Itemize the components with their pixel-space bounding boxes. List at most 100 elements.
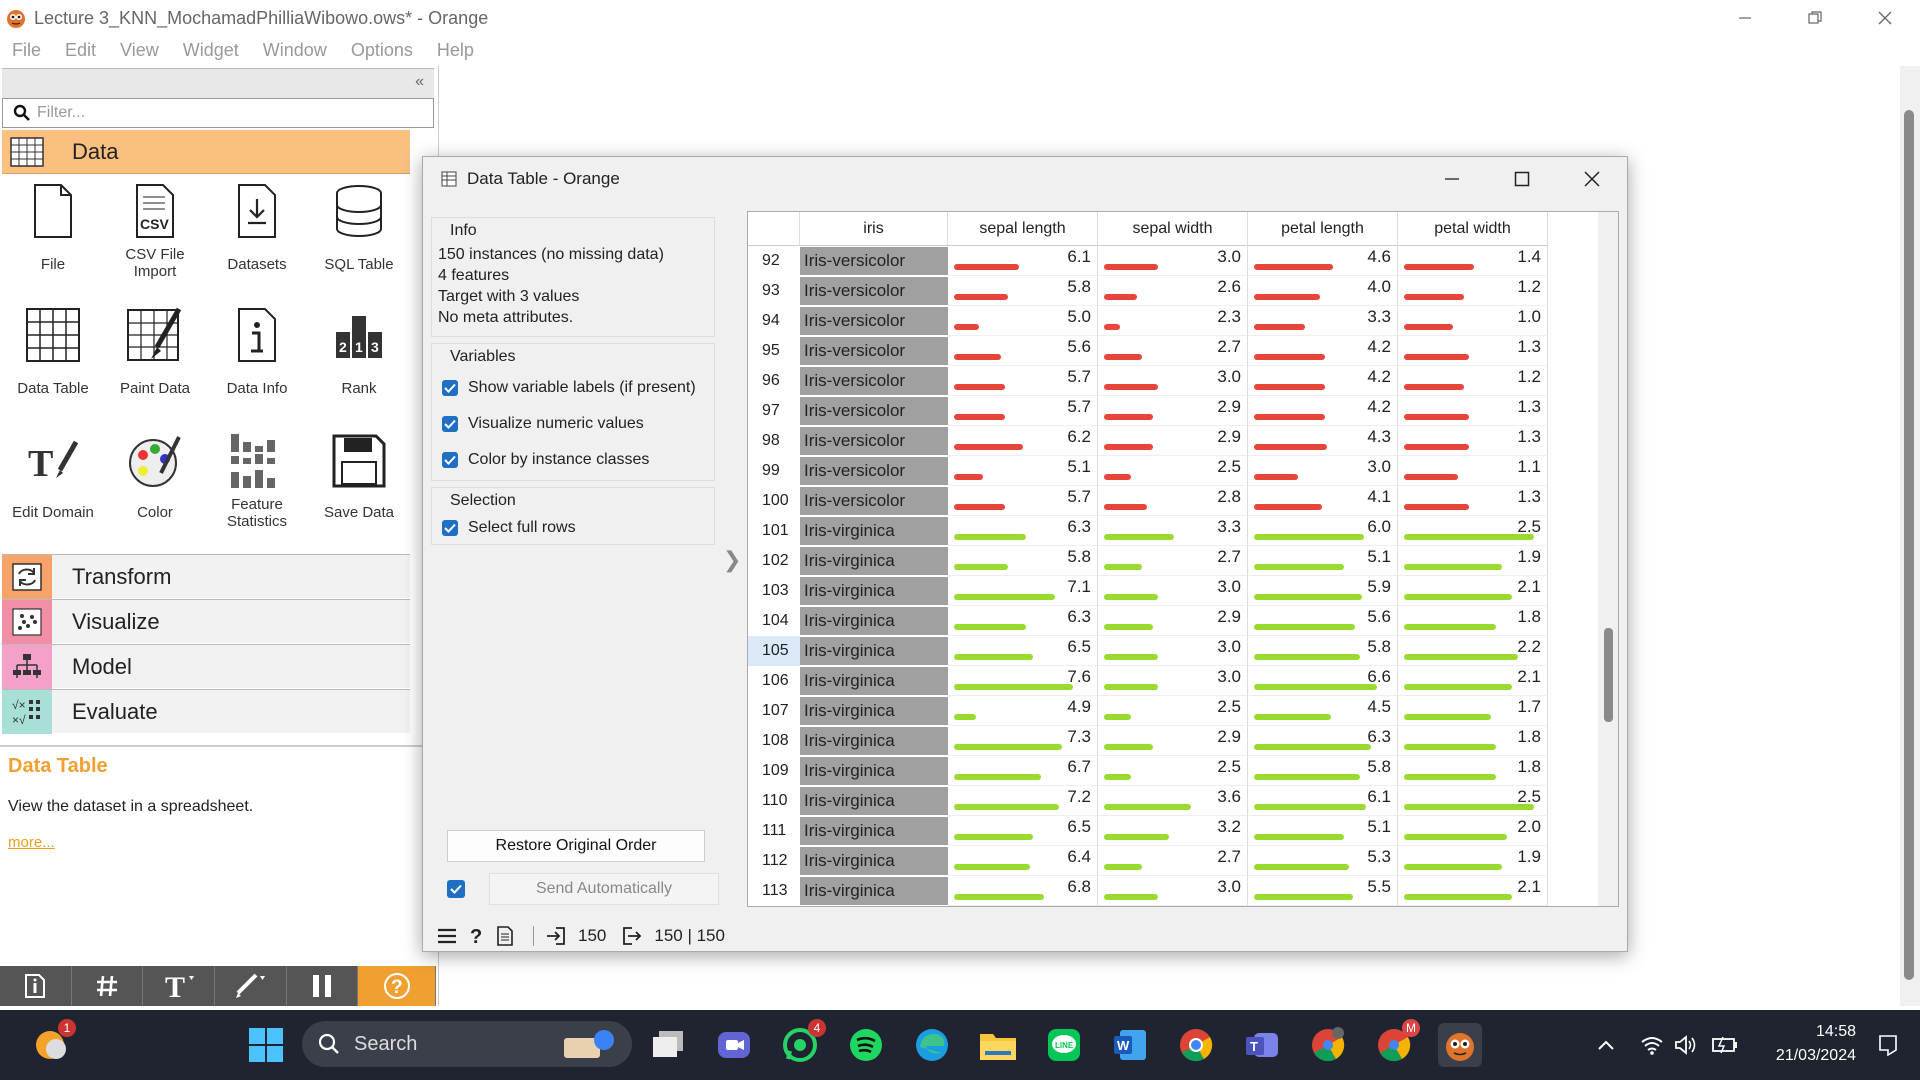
data-table-grid[interactable]: iris sepal length sepal width petal length p… (747, 211, 1619, 907)
value-cell[interactable]: 3.0 (1098, 636, 1248, 666)
class-cell[interactable]: Iris-versicolor (800, 427, 948, 455)
menu-options[interactable]: Options (339, 36, 425, 66)
class-cell[interactable]: Iris-virginica (800, 517, 948, 545)
table-scroll-thumb[interactable] (1604, 628, 1613, 722)
value-cell[interactable]: 2.1 (1398, 666, 1548, 696)
value-cell[interactable]: 1.8 (1398, 726, 1548, 756)
row-header[interactable]: 113 (748, 876, 800, 906)
taskbar-search[interactable]: Search (302, 1021, 632, 1067)
notification-icon[interactable] (1866, 1023, 1910, 1067)
row-header[interactable]: 107 (748, 696, 800, 726)
column-header[interactable]: sepal length (948, 212, 1098, 246)
category-model[interactable]: Model (2, 644, 410, 689)
value-cell[interactable]: 2.1 (1398, 576, 1548, 606)
class-cell[interactable]: Iris-virginica (800, 547, 948, 575)
word-icon[interactable]: W (1108, 1023, 1152, 1067)
row-header[interactable]: 105 (748, 636, 800, 666)
row-header[interactable]: 97 (748, 396, 800, 426)
value-cell[interactable]: 3.0 (1098, 576, 1248, 606)
value-cell[interactable]: 1.4 (1398, 246, 1548, 276)
value-cell[interactable]: 6.3 (948, 516, 1098, 546)
restore-original-order-button[interactable]: Restore Original Order (447, 830, 705, 862)
widget-file[interactable]: File (2, 176, 104, 273)
value-cell[interactable]: 5.9 (1248, 576, 1398, 606)
table-corner-header[interactable] (748, 212, 800, 246)
value-cell[interactable]: 6.7 (948, 756, 1098, 786)
row-header[interactable]: 110 (748, 786, 800, 816)
value-cell[interactable]: 2.7 (1098, 546, 1248, 576)
value-cell[interactable]: 3.3 (1248, 306, 1398, 336)
value-cell[interactable]: 2.9 (1098, 606, 1248, 636)
edge-icon[interactable] (910, 1023, 954, 1067)
row-header[interactable]: 109 (748, 756, 800, 786)
close-button[interactable] (1850, 0, 1920, 36)
category-evaluate[interactable]: √× ×√ Evaluate (2, 689, 410, 734)
value-cell[interactable]: 1.7 (1398, 696, 1548, 726)
tray-chevron-up-icon[interactable] (1584, 1023, 1628, 1067)
value-cell[interactable]: 1.2 (1398, 366, 1548, 396)
value-cell[interactable]: 1.0 (1398, 306, 1548, 336)
value-cell[interactable]: 2.0 (1398, 816, 1548, 846)
value-cell[interactable]: 6.5 (948, 636, 1098, 666)
row-header[interactable]: 100 (748, 486, 800, 516)
value-cell[interactable]: 6.1 (948, 246, 1098, 276)
class-cell[interactable]: Iris-versicolor (800, 367, 948, 395)
dt-maximize-button[interactable] (1487, 157, 1557, 201)
info-button[interactable] (0, 966, 72, 1006)
chrome-profile-icon[interactable] (1306, 1023, 1350, 1067)
grid-button[interactable] (72, 966, 144, 1006)
value-cell[interactable]: 5.7 (948, 486, 1098, 516)
file-explorer-icon[interactable] (976, 1023, 1020, 1067)
class-cell[interactable]: Iris-virginica (800, 697, 948, 725)
dt-minimize-button[interactable] (1417, 157, 1487, 201)
value-cell[interactable]: 3.0 (1098, 876, 1248, 906)
class-cell[interactable]: Iris-virginica (800, 817, 948, 845)
widget-rank[interactable]: 213 Rank (308, 300, 410, 397)
row-header[interactable]: 98 (748, 426, 800, 456)
value-cell[interactable]: 2.5 (1098, 456, 1248, 486)
value-cell[interactable]: 2.2 (1398, 636, 1548, 666)
category-visualize[interactable]: Visualize (2, 599, 410, 644)
menu-file[interactable]: File (0, 36, 53, 66)
weather-icon[interactable]: 1 (28, 1019, 76, 1067)
pause-button[interactable] (287, 966, 359, 1006)
row-header[interactable]: 96 (748, 366, 800, 396)
row-header[interactable]: 108 (748, 726, 800, 756)
chrome-profile-m-icon[interactable]: M (1372, 1019, 1420, 1067)
task-view-icon[interactable] (646, 1023, 690, 1067)
menu-window[interactable]: Window (251, 36, 339, 66)
widget-save-data[interactable]: Save Data (308, 426, 410, 521)
value-cell[interactable]: 4.2 (1248, 336, 1398, 366)
row-header[interactable]: 101 (748, 516, 800, 546)
value-cell[interactable]: 3.2 (1098, 816, 1248, 846)
class-cell[interactable]: Iris-virginica (800, 637, 948, 665)
help-icon[interactable]: ? (469, 926, 485, 946)
restore-button[interactable] (1780, 0, 1850, 36)
chevron-right-icon[interactable]: ❯ (723, 547, 741, 573)
value-cell[interactable]: 5.8 (948, 546, 1098, 576)
class-cell[interactable]: Iris-versicolor (800, 337, 948, 365)
row-header[interactable]: 93 (748, 276, 800, 306)
value-cell[interactable]: 2.5 (1098, 696, 1248, 726)
menu-view[interactable]: View (108, 36, 171, 66)
value-cell[interactable]: 5.6 (948, 336, 1098, 366)
help-button[interactable]: ? (358, 966, 436, 1006)
canvas-scrollbar[interactable] (1900, 66, 1920, 1006)
widget-color[interactable]: Color (104, 426, 206, 521)
row-header[interactable]: 104 (748, 606, 800, 636)
spotify-icon[interactable] (844, 1023, 888, 1067)
value-cell[interactable]: 1.3 (1398, 486, 1548, 516)
value-cell[interactable]: 1.3 (1398, 336, 1548, 366)
hamburger-menu-icon[interactable] (437, 927, 457, 945)
canvas-scroll-thumb[interactable] (1904, 110, 1914, 980)
value-cell[interactable]: 1.3 (1398, 426, 1548, 456)
widget-data-info[interactable]: Data Info (206, 300, 308, 397)
column-header[interactable]: sepal width (1098, 212, 1248, 246)
send-automatically-button[interactable]: Send Automatically (489, 873, 719, 905)
value-cell[interactable]: 6.2 (948, 426, 1098, 456)
color-by-class-checkbox[interactable]: Color by instance classes (438, 442, 708, 478)
send-automatically-checkbox[interactable] (447, 880, 465, 898)
widget-sql-table[interactable]: SQL Table (308, 176, 410, 273)
value-cell[interactable]: 6.5 (948, 816, 1098, 846)
value-cell[interactable]: 1.9 (1398, 846, 1548, 876)
